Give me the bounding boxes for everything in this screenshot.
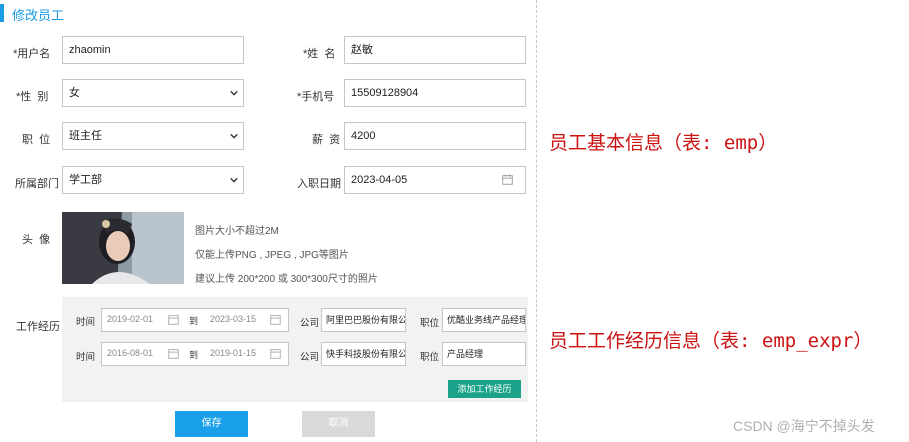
title-accent-bar xyxy=(0,4,4,22)
exp-company-input[interactable]: 快手科技股份有限公司 xyxy=(321,342,406,366)
calendar-icon[interactable] xyxy=(168,348,179,359)
cancel-button[interactable]: 取消 xyxy=(302,411,375,437)
exp-date-range[interactable]: 2016-08-01 到 2019-01-15 xyxy=(101,342,289,366)
avatar-hint-dimension: 建议上传 200*200 或 300*300尺寸的照片 xyxy=(195,274,378,285)
avatar-hint-format: 仅能上传PNG , JPEG , JPG等图片 xyxy=(195,250,349,261)
exp-start-date: 2019-02-01 xyxy=(107,314,154,324)
avatar-hint-size: 图片大小不超过2M xyxy=(195,226,279,237)
chevron-down-icon xyxy=(230,177,238,183)
position-select[interactable]: 班主任 xyxy=(62,122,244,150)
chevron-down-icon xyxy=(230,133,238,139)
exp-position-input[interactable]: 产品经理 xyxy=(442,342,526,366)
exp-start-date: 2016-08-01 xyxy=(107,348,154,358)
add-experience-button[interactable]: 添加工作经历 xyxy=(448,380,521,398)
calendar-icon[interactable] xyxy=(270,348,281,359)
hire-date-label: 入职日期 xyxy=(297,178,341,190)
username-label: *用户名 xyxy=(13,48,51,60)
calendar-icon[interactable] xyxy=(168,314,179,325)
username-input[interactable]: zhaomin xyxy=(62,36,244,64)
position-label: 职 位 xyxy=(22,134,51,146)
avatar-photo-image xyxy=(62,212,184,284)
salary-label: 薪 资 xyxy=(312,134,341,146)
experience-info-annotation: 员工工作经历信息（表: emp_expr） xyxy=(549,330,873,352)
exp-company-input[interactable]: 阿里巴巴股份有限公司 xyxy=(321,308,406,332)
exp-position-input[interactable]: 优酷业务线产品经理 xyxy=(442,308,526,332)
department-label: 所属部门 xyxy=(15,178,59,190)
chevron-down-icon xyxy=(230,90,238,96)
phone-label: *手机号 xyxy=(297,91,335,103)
hire-date-input[interactable]: 2023-04-05 xyxy=(344,166,526,194)
exp-company-label: 公司 xyxy=(300,318,320,329)
form-header: 修改员工 xyxy=(0,0,536,28)
exp-end-date: 2019-01-15 xyxy=(210,348,257,358)
page-title: 修改员工 xyxy=(12,8,65,23)
experience-label: 工作经历 xyxy=(16,321,60,333)
avatar-label: 头 像 xyxy=(22,234,51,246)
exp-company-label: 公司 xyxy=(300,352,320,363)
exp-end-date: 2023-03-15 xyxy=(210,314,257,324)
edit-employee-form: 修改员工 *用户名 zhaomin *姓 名 赵敏 *性 别 女 *手机号 15… xyxy=(0,0,537,442)
name-input[interactable]: 赵敏 xyxy=(344,36,526,64)
avatar[interactable] xyxy=(62,212,184,284)
watermark: CSDN @海宁不掉头发 xyxy=(733,418,875,434)
exp-position-label: 职位 xyxy=(420,318,440,329)
phone-input[interactable]: 15509128904 xyxy=(344,79,526,107)
salary-input[interactable]: 4200 xyxy=(344,122,526,150)
exp-time-label: 时间 xyxy=(76,317,96,328)
gender-select[interactable]: 女 xyxy=(62,79,244,107)
gender-label: *性 别 xyxy=(16,91,49,103)
calendar-icon[interactable] xyxy=(502,174,513,185)
department-select[interactable]: 学工部 xyxy=(62,166,244,194)
save-button[interactable]: 保存 xyxy=(175,411,248,437)
exp-to-label: 到 xyxy=(189,350,199,360)
exp-date-range[interactable]: 2019-02-01 到 2023-03-15 xyxy=(101,308,289,332)
exp-to-label: 到 xyxy=(189,316,199,326)
basic-info-annotation: 员工基本信息（表: emp） xyxy=(549,132,778,154)
name-label: *姓 名 xyxy=(303,48,336,60)
exp-position-label: 职位 xyxy=(420,352,440,363)
calendar-icon[interactable] xyxy=(270,314,281,325)
exp-time-label: 时间 xyxy=(76,352,96,363)
